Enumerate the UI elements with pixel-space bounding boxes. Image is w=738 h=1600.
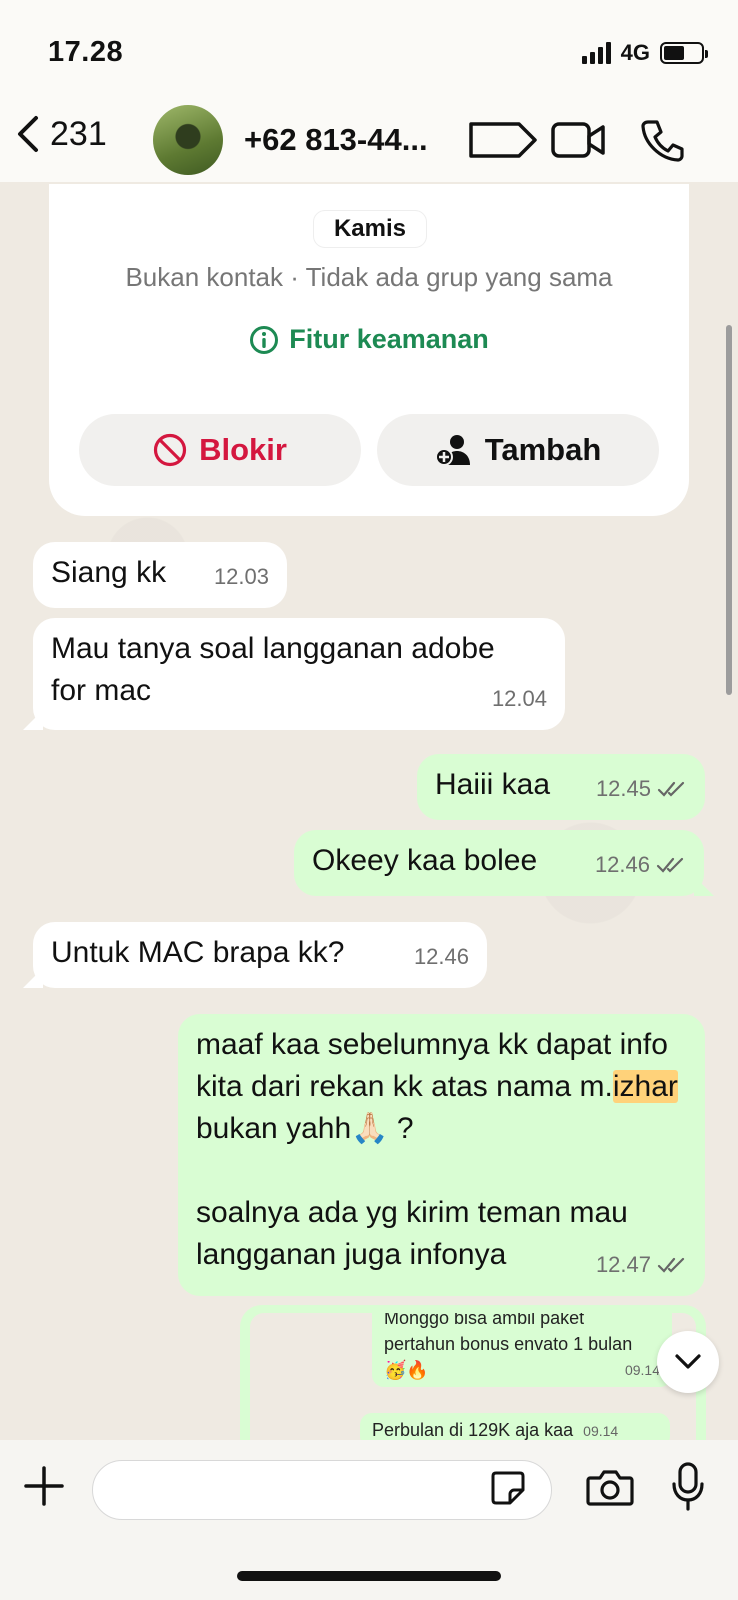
message-meta: 12.46 (595, 844, 686, 886)
message-text: maaf kaa sebelumnya kk dapat info kita d… (196, 1028, 678, 1145)
composer-bar (0, 1440, 738, 1600)
double-check-icon (657, 1257, 685, 1273)
message-outgoing[interactable]: Haiii kaa 12.45 (417, 754, 705, 820)
message-time: 12.45 (595, 776, 651, 801)
label-tag-icon[interactable] (465, 118, 541, 162)
double-check-icon (657, 781, 685, 797)
add-label: Tambah (484, 432, 602, 467)
microphone-icon[interactable] (670, 1462, 706, 1512)
message-text: Okeey kaa bolee (312, 844, 538, 877)
block-label: Blokir (199, 432, 287, 467)
scroll-to-bottom-button[interactable] (657, 1331, 719, 1393)
add-contact-button[interactable]: Tambah (377, 414, 659, 486)
message-outgoing[interactable]: Okeey kaa bolee 12.46 (294, 830, 714, 896)
message-incoming[interactable]: Untuk MAC brapa kk? 12.46 (23, 922, 487, 988)
message-text: Mau tanya soal langganan adobe for mac (51, 632, 495, 707)
message-text: Haiii kaa (435, 768, 551, 801)
contact-meta: Bukan kontak · Tidak ada grup yang sama (125, 262, 613, 292)
message-incoming[interactable]: Siang kk 12.03 (33, 542, 287, 608)
sticker-icon[interactable] (490, 1470, 526, 1506)
status-time: 17.28 (48, 36, 124, 68)
message-time: 12.46 (594, 852, 650, 877)
chevron-down-icon (675, 1354, 701, 1369)
double-check-icon (656, 857, 684, 873)
network-label: 4G (620, 40, 650, 65)
message-outgoing[interactable]: maaf kaa sebelumnya kk dapat info kita d… (178, 1014, 705, 1296)
message-time: 12.03 (213, 564, 269, 589)
signal-icon (581, 42, 611, 64)
message-input[interactable] (92, 1460, 552, 1520)
message-text: Siang kk (51, 556, 167, 589)
image-bubble-2: Perbulan di 129K aja kaa 09.14 (360, 1413, 670, 1440)
home-indicator (237, 1571, 501, 1581)
unread-count: 231 (50, 114, 107, 153)
message-time: 12.47 (595, 1252, 651, 1277)
back-button[interactable]: 231 (16, 114, 107, 154)
scrollbar[interactable] (726, 325, 732, 695)
status-indicators: 4G (581, 40, 708, 66)
security-link[interactable]: Fitur keamanan (49, 324, 689, 355)
chevron-left-icon (18, 116, 38, 152)
message-incoming[interactable]: Mau tanya soal langganan adobe for mac 1… (23, 618, 565, 730)
contact-name[interactable]: +62 813-44... (244, 122, 428, 158)
status-bar: 17.28 4G (0, 0, 738, 100)
image-bubble-1: Monggo bisa ambil paket pertahun bonus e… (372, 1313, 672, 1387)
plus-icon[interactable] (24, 1466, 64, 1506)
message-meta: 12.45 (596, 768, 687, 810)
avatar[interactable] (153, 105, 223, 175)
chat-header: 231 +62 813-44... (0, 100, 738, 182)
info-icon (250, 325, 279, 354)
screenshot-image: Monggo bisa ambil paket pertahun bonus e… (250, 1313, 696, 1440)
camera-icon[interactable] (586, 1468, 634, 1508)
date-divider: Kamis (313, 210, 427, 248)
highlighted-name: izhar (612, 1070, 678, 1103)
message-meta: 12.47 (596, 1244, 687, 1286)
contact-info-card: Kamis Bukan kontak · Tidak ada grup yang… (49, 184, 689, 516)
battery-icon (660, 42, 708, 64)
security-label: Fitur keamanan (289, 324, 489, 354)
video-call-icon[interactable] (550, 118, 606, 162)
block-button[interactable]: Blokir (79, 414, 361, 486)
block-icon (153, 433, 187, 467)
voice-call-icon[interactable] (640, 118, 684, 162)
add-person-icon (434, 435, 470, 466)
image-message[interactable]: Monggo bisa ambil paket pertahun bonus e… (240, 1305, 706, 1440)
message-time: 12.46 (413, 944, 469, 969)
message-text: Untuk MAC brapa kk? (51, 936, 345, 969)
message-time: 12.04 (491, 686, 547, 711)
